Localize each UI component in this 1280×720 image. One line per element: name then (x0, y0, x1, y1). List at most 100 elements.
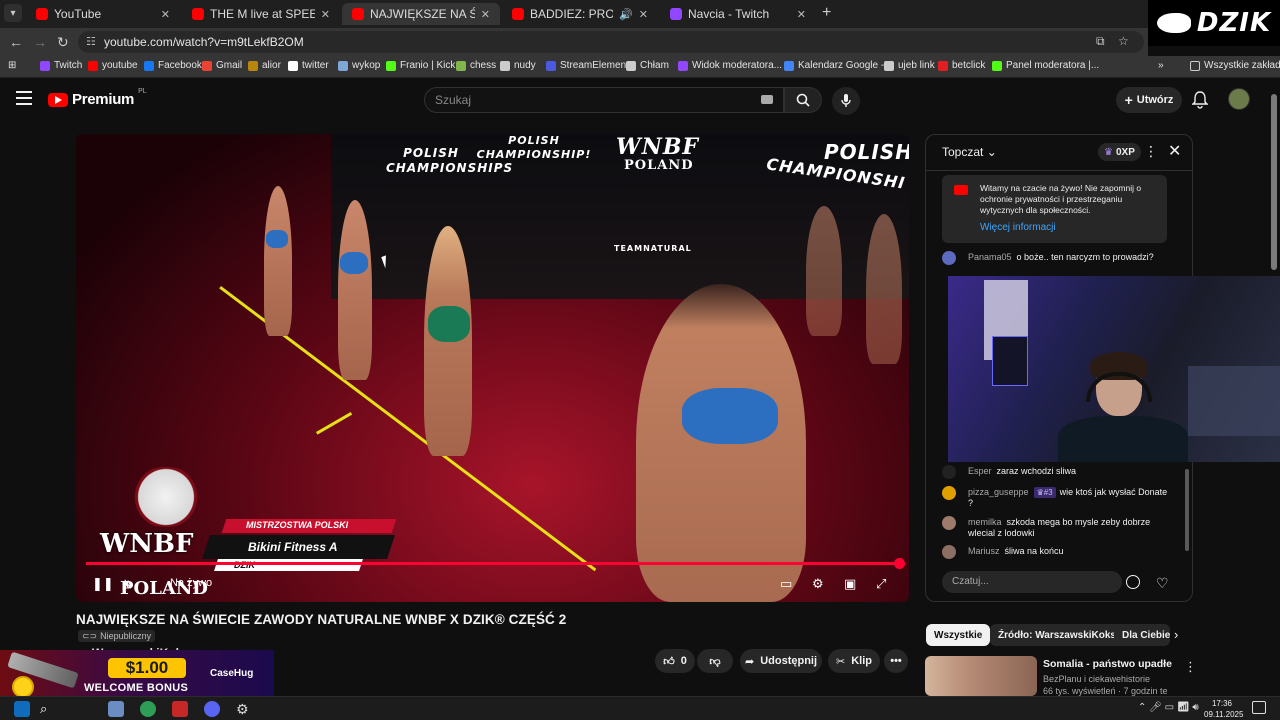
menu-icon[interactable] (16, 91, 32, 105)
miniplayer-icon[interactable]: ▣ (844, 576, 856, 592)
discord-icon[interactable] (204, 701, 220, 717)
chrome-icon[interactable] (140, 701, 156, 717)
system-tray-icons[interactable]: ⌃ 🎤︎ ▭ 📶︎ 🔊︎ (1138, 702, 1199, 713)
bookmark-item[interactable]: Panel moderatora |... (992, 60, 1099, 71)
close-chat-icon[interactable]: ✕ (1168, 141, 1181, 161)
close-tab-icon[interactable]: ✕ (321, 8, 330, 21)
bookmark-item[interactable]: StreamElements (546, 60, 634, 71)
chat-avatar[interactable] (942, 545, 956, 559)
search-input[interactable]: Szukaj (424, 87, 784, 113)
browser-tab-speedland[interactable]: THE M live at SPEEDLAND FEST ✕ (182, 3, 340, 25)
apps-grid-icon[interactable]: ⊞ (8, 60, 16, 71)
close-tab-icon[interactable]: ✕ (481, 8, 490, 21)
share-button[interactable]: ➦ Udostępnij (740, 649, 822, 673)
close-tab-icon[interactable]: ✕ (639, 8, 648, 21)
chevron-right-icon[interactable]: › (1174, 627, 1178, 642)
all-bookmarks-folder[interactable]: Wszystkie zakładki (1190, 60, 1280, 71)
bookmark-item[interactable]: Facebook (144, 60, 202, 71)
chat-author[interactable]: Panama05 (968, 252, 1012, 262)
more-bookmarks-icon[interactable]: » (1158, 60, 1164, 71)
voice-search-button[interactable] (832, 87, 860, 115)
taskbar-app-icon[interactable] (172, 701, 188, 717)
start-icon[interactable] (14, 701, 30, 717)
bookmark-item[interactable]: Franio | Kick (386, 60, 455, 71)
search-icon[interactable]: ⌕ (40, 701, 56, 717)
bookmark-item[interactable]: Chłam (626, 60, 669, 71)
chat-options-icon[interactable]: ⋮ (1144, 143, 1158, 160)
more-info-link[interactable]: Więcej informacji (980, 222, 1056, 233)
browser-tab-youtube[interactable]: YouTube ✕ (26, 3, 180, 25)
chat-author[interactable]: pizza_guseppe (968, 487, 1029, 497)
taskbar-clock[interactable]: 17:36 09.11.2025 (1204, 698, 1243, 720)
chat-scrollbar[interactable] (1185, 469, 1189, 551)
xp-badge[interactable]: ♛ 0XP (1098, 143, 1141, 161)
video-progress-bar[interactable] (86, 558, 905, 569)
search-button[interactable] (784, 87, 822, 113)
chat-avatar[interactable] (942, 486, 956, 500)
subtitles-icon[interactable]: ▭ (780, 576, 792, 592)
forward-arrow-icon[interactable]: → (33, 34, 47, 50)
progress-scrubber[interactable] (894, 558, 905, 569)
bookmark-item[interactable]: youtube (88, 60, 138, 71)
settings-gear-icon[interactable]: ⚙ (812, 576, 824, 592)
suggested-video-channel[interactable]: BezPlanu i ciekawehistorie (1043, 674, 1150, 684)
pause-icon[interactable]: ❚❚ (92, 576, 114, 592)
suggested-video-menu-icon[interactable]: ⋮ (1184, 659, 1197, 675)
bookmark-item[interactable]: betclick (938, 60, 985, 71)
chip-all[interactable]: Wszystkie (926, 624, 991, 646)
chat-avatar[interactable] (942, 465, 956, 479)
casehug-ad-banner[interactable]: $1.00 WELCOME BONUS CaseHug (0, 650, 274, 698)
clip-button[interactable]: ✂ Klip (828, 649, 880, 673)
page-scrollbar[interactable] (1271, 94, 1277, 270)
create-button[interactable]: + Utwórz (1116, 87, 1182, 113)
keyboard-icon[interactable] (761, 95, 773, 104)
video-player[interactable]: POLISH CHAMPIONSHIPS POLISH CHAMPIONSHIP… (76, 134, 909, 602)
more-actions-button[interactable]: ••• (884, 649, 908, 673)
chat-author[interactable]: Mariusz (968, 546, 1000, 556)
taskbar-app-icon[interactable] (108, 701, 124, 717)
chat-input[interactable]: Czatuj... (942, 571, 1122, 593)
bookmark-item[interactable]: twitter (288, 60, 329, 71)
bookmark-star-icon[interactable]: ☆ (1118, 34, 1129, 48)
chat-avatar[interactable] (942, 251, 956, 265)
fullscreen-icon[interactable]: ⤢ (876, 576, 886, 592)
suggested-video-title[interactable]: Somalia - państwo upadłe (1043, 658, 1172, 670)
bookmark-item[interactable]: chess (456, 60, 496, 71)
notifications-bell-icon[interactable] (1192, 91, 1208, 109)
speaker-icon[interactable]: 🔊 (619, 8, 633, 21)
bookmark-item[interactable]: Kalendarz Google -... (784, 60, 893, 71)
close-tab-icon[interactable]: ✕ (161, 8, 170, 21)
dislike-button[interactable]: 👎︎ (697, 649, 733, 673)
bookmark-item[interactable]: Widok moderatora... (678, 60, 782, 71)
tab-search-button[interactable]: ▾ (4, 4, 22, 22)
chip-for-you[interactable]: Dla Ciebie (1114, 624, 1170, 646)
bookmark-item[interactable]: Gmail (202, 60, 242, 71)
suggested-video-thumbnail[interactable] (925, 656, 1037, 696)
url-field[interactable]: ☷ youtube.com/watch?v=m9tLekfB2OM ⧉ ☆ (78, 31, 1144, 53)
install-app-icon[interactable]: ⧉ (1096, 34, 1105, 49)
reload-icon[interactable]: ↻ (57, 34, 69, 51)
bookmark-item[interactable]: ujeb link (884, 60, 935, 71)
notification-icon[interactable] (1252, 701, 1266, 714)
chip-source[interactable]: Źródło: WarszawskiKoks (990, 624, 1124, 646)
chat-mode-dropdown[interactable]: Topczat ⌄ (942, 145, 997, 159)
close-tab-icon[interactable]: ✕ (797, 8, 806, 21)
heart-icon[interactable]: ♡ (1156, 575, 1169, 592)
browser-tab-baddiez[interactable]: BADDIEZ: PROTOKÓŁ BERLI 🔊 ✕ (502, 3, 658, 25)
back-arrow-icon[interactable]: ← (9, 34, 23, 50)
chat-author[interactable]: Esper (968, 466, 992, 476)
bookmark-item[interactable]: nudy (500, 60, 536, 71)
bookmark-item[interactable]: alior (248, 60, 281, 71)
like-button[interactable]: 👍︎ 0 (655, 649, 695, 673)
youtube-premium-logo[interactable]: Premium PL (48, 88, 147, 108)
new-tab-button[interactable]: + (822, 4, 831, 22)
account-avatar[interactable] (1228, 88, 1250, 110)
chat-avatar[interactable] (942, 516, 956, 530)
settings-gear-icon[interactable]: ⚙ (236, 701, 252, 717)
bookmark-item[interactable]: Twitch (40, 60, 82, 71)
site-info-icon[interactable]: ☷ (86, 35, 96, 48)
chat-author[interactable]: memilka (968, 517, 1002, 527)
bookmark-item[interactable]: wykop (338, 60, 380, 71)
emoji-icon[interactable] (1126, 575, 1140, 589)
browser-tab-twitch[interactable]: Navcia - Twitch ✕ (660, 3, 816, 25)
